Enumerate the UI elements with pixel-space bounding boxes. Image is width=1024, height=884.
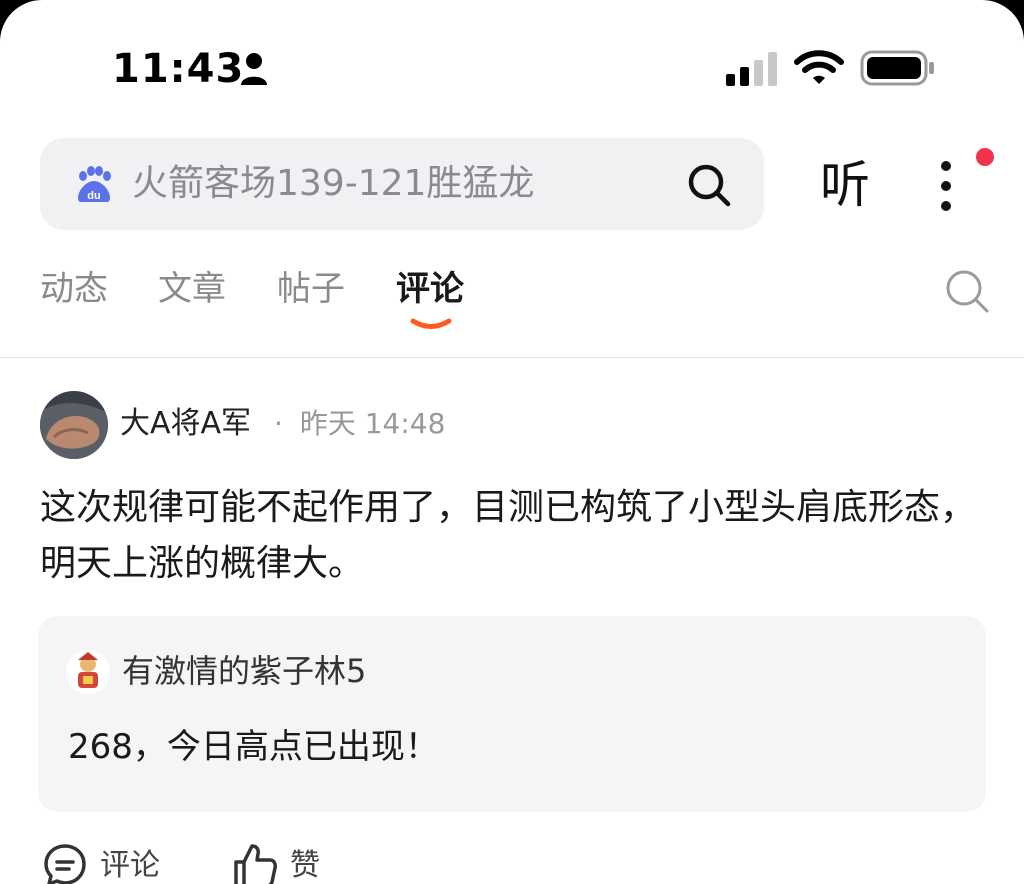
divider (0, 357, 1024, 358)
comment-label: 评论 (100, 848, 160, 883)
active-tab-indicator (410, 318, 452, 329)
person-icon (241, 53, 267, 85)
tab-search-icon[interactable] (944, 268, 990, 314)
thumbs-up-icon (234, 844, 277, 884)
quote-username[interactable]: 有激情的紫子林5 (122, 648, 366, 694)
tab-dynamics[interactable]: 动态 (40, 266, 108, 312)
quote-text: 268，今日高点已出现！ (68, 727, 439, 767)
search-icon[interactable] (686, 162, 732, 208)
battery-icon (860, 50, 934, 86)
svg-text:du: du (87, 190, 100, 202)
like-label: 赞 (290, 848, 320, 883)
quote-avatar (66, 650, 110, 694)
comment-icon (44, 844, 86, 884)
wifi-icon (794, 50, 844, 84)
cellular-signal-icon (726, 52, 777, 86)
search-bar[interactable]: du 火箭客场139-121胜猛龙 (40, 138, 764, 230)
post-timestamp: 昨天 14:48 (299, 407, 446, 440)
status-time: 11:43 (112, 46, 245, 92)
screen: 11:43 du 火箭客场139-121胜猛龙 听 动态 文章 帖子 评论 大A… (0, 0, 1024, 884)
meta-separator: · (274, 407, 283, 440)
tab-articles[interactable]: 文章 (158, 266, 226, 312)
more-icon[interactable] (936, 158, 956, 214)
search-query[interactable]: 火箭客场139-121胜猛龙 (132, 160, 534, 208)
author-name[interactable]: 大A将A军 (120, 404, 251, 444)
listen-button[interactable]: 听 (820, 154, 870, 216)
quoted-comment[interactable]: 有激情的紫子林5 268，今日高点已出现！ (38, 616, 986, 812)
baidu-logo: du (78, 166, 111, 202)
post-time: · 昨天 14:48 (274, 404, 445, 444)
tab-comments[interactable]: 评论 (396, 266, 464, 312)
notification-dot (976, 148, 994, 166)
post-body[interactable]: 这次规律可能不起作用了，目测已构筑了小型头肩底形态，明天上涨的概律大。 (40, 480, 990, 592)
tab-posts[interactable]: 帖子 (277, 266, 345, 312)
avatar[interactable] (40, 391, 108, 459)
